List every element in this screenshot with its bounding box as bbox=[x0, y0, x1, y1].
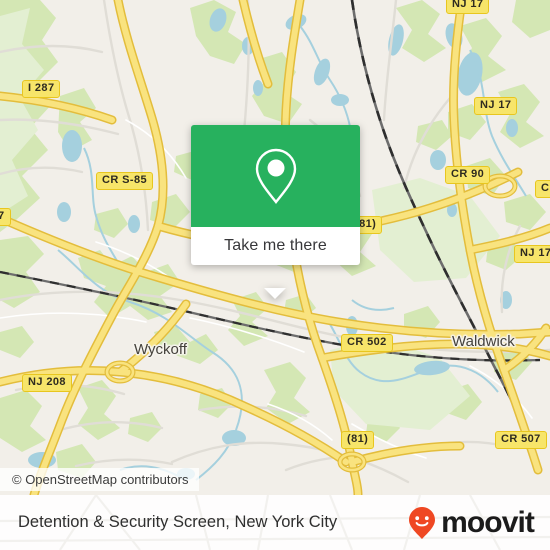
take-me-there-label: Take me there bbox=[224, 237, 327, 254]
moovit-map-screenshot: I 287 NJ 17 CR 90 CR S-85 NJ 17 (81) CR … bbox=[0, 0, 550, 550]
road-shield-cr90[interactable]: CR 90 bbox=[445, 166, 491, 184]
road-shield-edge-right[interactable]: C bbox=[535, 180, 550, 198]
map-attribution[interactable]: © OpenStreetMap contributors bbox=[0, 468, 199, 491]
moovit-wordmark: moovit bbox=[441, 505, 535, 539]
callout-action-area[interactable]: Take me there bbox=[191, 227, 360, 265]
road-shield-81-bottom[interactable]: (81) bbox=[341, 431, 375, 449]
moovit-logo[interactable]: moovit bbox=[408, 505, 535, 540]
road-shield-nj208[interactable]: NJ 208 bbox=[22, 374, 72, 392]
road-shield-edge-left[interactable]: 7 bbox=[0, 208, 11, 226]
road-shield-cr502[interactable]: CR 502 bbox=[341, 334, 393, 352]
road-shield-nj17-right[interactable]: NJ 17 bbox=[514, 245, 550, 263]
moovit-pin-icon bbox=[409, 506, 436, 539]
place-label-waldwick: Waldwick bbox=[452, 333, 515, 350]
footer-bar: Detention & Security Screen, New York Ci… bbox=[0, 495, 550, 550]
callout-pointer bbox=[264, 288, 286, 299]
place-label-wyckoff: Wyckoff bbox=[134, 341, 187, 358]
road-shield-crs85[interactable]: CR S-85 bbox=[96, 172, 153, 190]
road-shield-edge-top[interactable]: NJ 17 bbox=[446, 0, 490, 14]
road-shield-nj17-top[interactable]: NJ 17 bbox=[474, 97, 518, 115]
map-pin-icon bbox=[255, 148, 296, 204]
road-shield-cr507[interactable]: CR 507 bbox=[495, 431, 547, 449]
location-callout-card[interactable]: Take me there bbox=[191, 125, 360, 299]
callout-icon-area bbox=[191, 125, 360, 227]
road-shield-i287[interactable]: I 287 bbox=[22, 80, 61, 98]
location-title: Detention & Security Screen, New York Ci… bbox=[18, 513, 338, 531]
